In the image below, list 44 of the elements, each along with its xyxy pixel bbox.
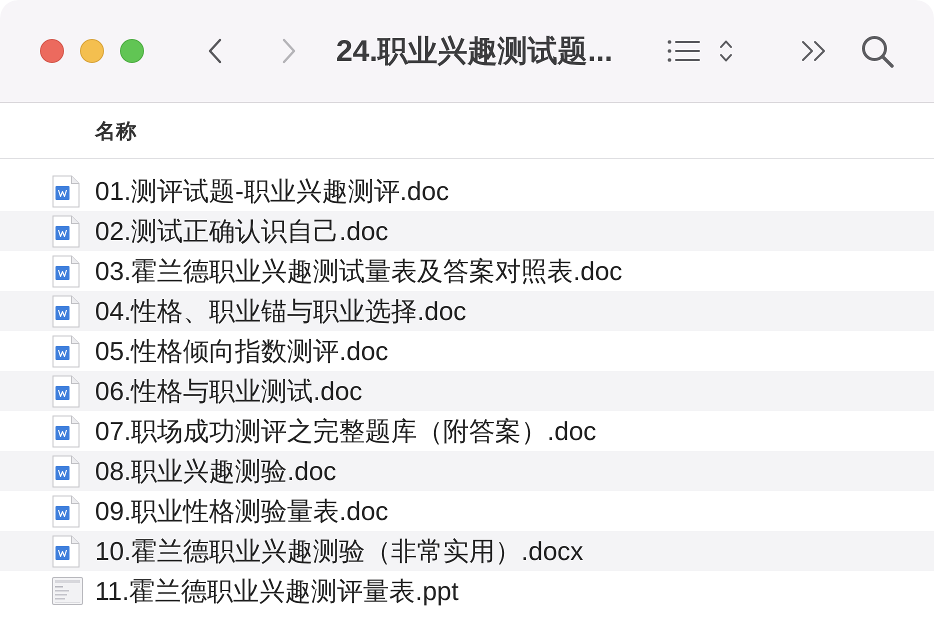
word-document-icon [52,454,80,488]
view-options-button[interactable] [666,38,733,64]
file-row[interactable]: 07.职场成功测评之完整题库（附答案）.doc [0,411,934,451]
more-button[interactable] [800,40,827,62]
word-document-icon [52,374,80,408]
word-document-icon [52,334,80,368]
zoom-button[interactable] [120,39,144,63]
file-row[interactable]: 09.职业性格测验量表.doc [0,491,934,531]
up-down-chevron-icon [718,38,733,64]
presentation-file-icon [52,577,83,605]
word-document-icon [52,534,80,568]
file-name: 06.性格与职业测试.doc [95,374,362,408]
list-view-icon [666,38,701,64]
file-name: 03.霍兰德职业兴趣测试量表及答案对照表.doc [95,254,622,288]
word-document-icon [52,174,80,208]
file-row[interactable]: 11.霍兰德职业兴趣测评量表.ppt [0,571,934,611]
word-document-icon [52,294,80,328]
file-row[interactable]: 02.测试正确认识自己.doc [0,211,934,251]
double-chevron-icon [800,40,827,62]
file-name: 09.职业性格测验量表.doc [95,494,388,528]
file-name: 01.测评试题-职业兴趣测评.doc [95,174,449,208]
search-icon [860,34,894,68]
file-row[interactable]: 06.性格与职业测试.doc [0,371,934,411]
file-name: 07.职场成功测评之完整题库（附答案）.doc [95,414,596,448]
file-row[interactable]: 04.性格、职业锚与职业选择.doc [0,291,934,331]
search-button[interactable] [860,34,894,68]
file-name: 11.霍兰德职业兴趣测评量表.ppt [95,574,459,608]
word-document-icon [52,494,80,528]
close-button[interactable] [40,39,64,63]
file-name: 04.性格、职业锚与职业选择.doc [95,294,466,328]
word-document-icon [52,254,80,288]
word-document-icon [52,414,80,448]
window-title: 24.职业兴趣测试题... [336,34,613,70]
name-column-header[interactable]: 名称 [95,116,137,144]
file-name: 10.霍兰德职业兴趣测验（非常实用）.docx [95,534,584,568]
file-name: 02.测试正确认识自己.doc [95,214,388,248]
file-row[interactable]: 03.霍兰德职业兴趣测试量表及答案对照表.doc [0,251,934,291]
file-row[interactable]: 05.性格倾向指数测评.doc [0,331,934,371]
file-row[interactable]: 01.测评试题-职业兴趣测评.doc [0,171,934,211]
file-name: 08.职业兴趣测验.doc [95,454,336,488]
file-row[interactable]: 10.霍兰德职业兴趣测验（非常实用）.docx [0,531,934,571]
file-name: 05.性格倾向指数测评.doc [95,334,388,368]
file-row[interactable]: 08.职业兴趣测验.doc [0,451,934,491]
word-document-icon [52,214,80,248]
